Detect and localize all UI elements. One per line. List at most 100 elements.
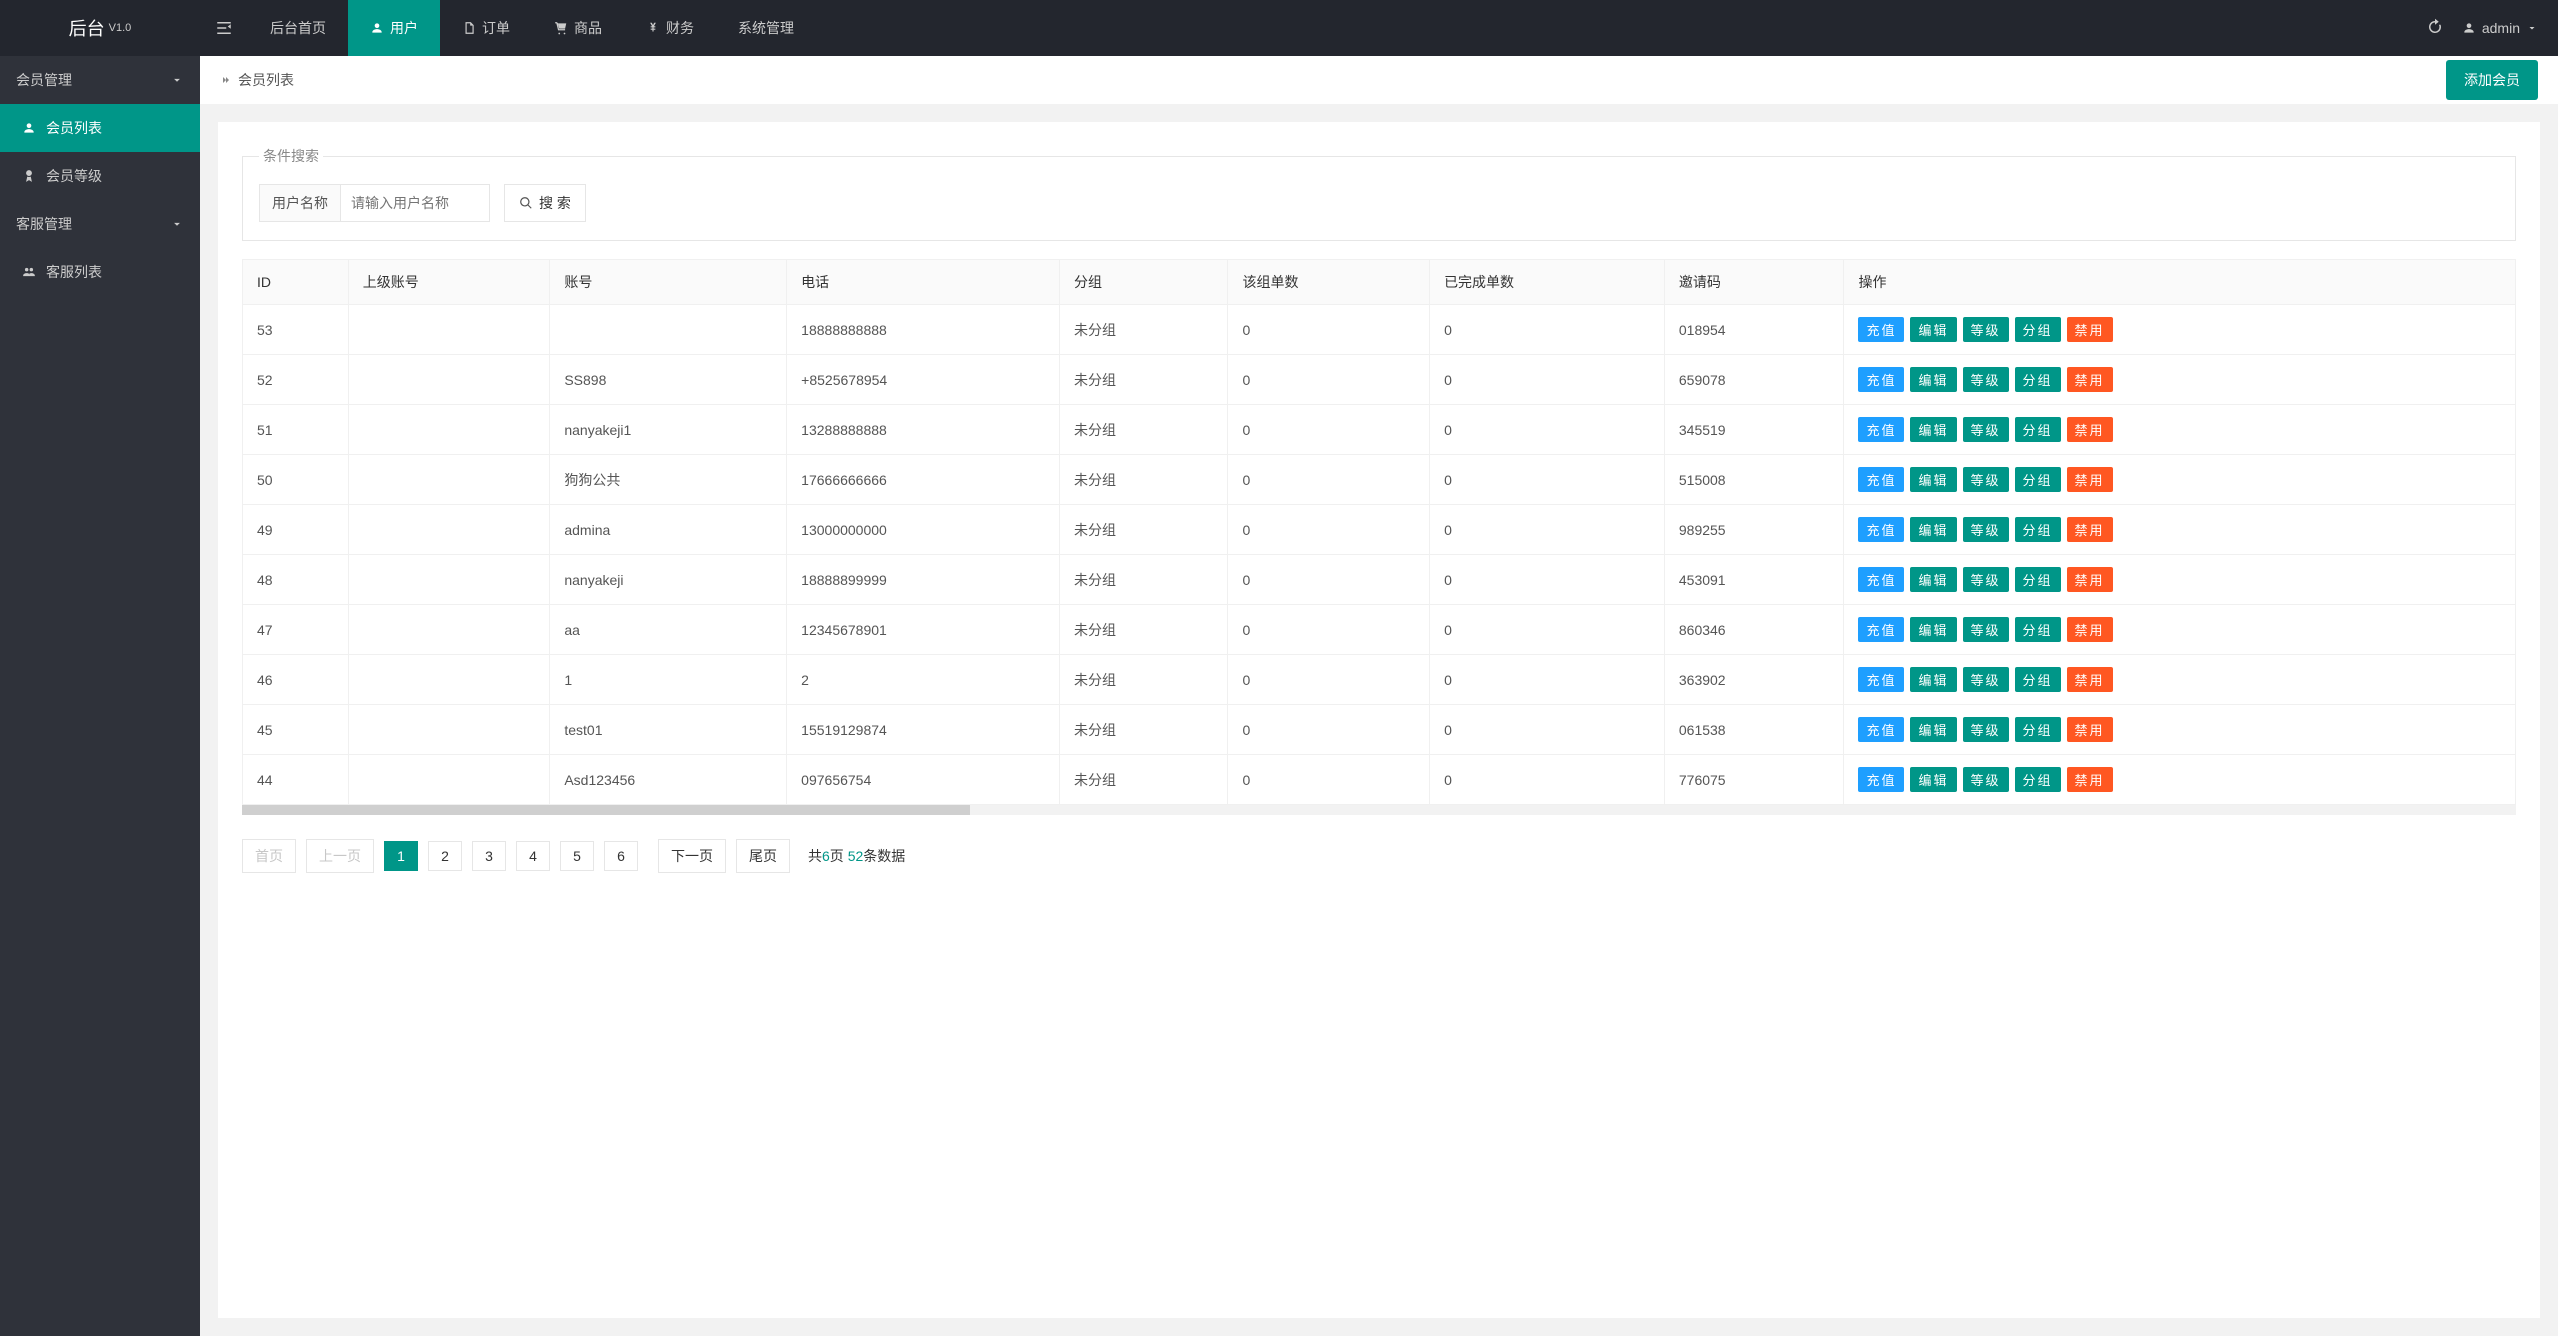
nav-finance[interactable]: 财务 — [624, 0, 716, 56]
recharge-button[interactable]: 充值 — [1858, 717, 1904, 742]
group-button[interactable]: 分组 — [2015, 717, 2061, 742]
disable-button[interactable]: 禁用 — [2067, 467, 2113, 492]
pager-page[interactable]: 1 — [384, 841, 418, 871]
recharge-button[interactable]: 充值 — [1858, 667, 1904, 692]
table-ops-cell: 充值编辑等级分组禁用 — [1844, 305, 2516, 355]
table-row: 49admina13000000000未分组00989255充值编辑等级分组禁用 — [243, 505, 2516, 555]
edit-button[interactable]: 编辑 — [1910, 567, 1956, 592]
recharge-button[interactable]: 充值 — [1858, 767, 1904, 792]
nav-orders[interactable]: 订单 — [440, 0, 532, 56]
level-button[interactable]: 等级 — [1963, 667, 2009, 692]
level-button[interactable]: 等级 — [1963, 617, 2009, 642]
level-button[interactable]: 等级 — [1963, 317, 2009, 342]
group-button[interactable]: 分组 — [2015, 667, 2061, 692]
edit-button[interactable]: 编辑 — [1910, 517, 1956, 542]
group-button[interactable]: 分组 — [2015, 317, 2061, 342]
level-button[interactable]: 等级 — [1963, 417, 2009, 442]
disable-button[interactable]: 禁用 — [2067, 767, 2113, 792]
disable-button[interactable]: 禁用 — [2067, 717, 2113, 742]
pager-page[interactable]: 3 — [472, 841, 506, 871]
disable-button[interactable]: 禁用 — [2067, 667, 2113, 692]
disable-button[interactable]: 禁用 — [2067, 617, 2113, 642]
recharge-button[interactable]: 充值 — [1858, 367, 1904, 392]
sidebar-group-label: 客服管理 — [16, 214, 72, 234]
sidebar-group-members[interactable]: 会员管理 — [0, 56, 200, 104]
pager-last[interactable]: 尾页 — [736, 839, 790, 873]
edit-button[interactable]: 编辑 — [1910, 767, 1956, 792]
edit-button[interactable]: 编辑 — [1910, 317, 1956, 342]
sidebar-item-member-level[interactable]: 会员等级 — [0, 152, 200, 200]
top-header: 后台 V1.0 后台首页 用户 订单 商品 财务 系统管理 — [0, 0, 2558, 56]
level-button[interactable]: 等级 — [1963, 567, 2009, 592]
pager-next[interactable]: 下一页 — [658, 839, 726, 873]
table-cell: 未分组 — [1060, 305, 1228, 355]
recharge-button[interactable]: 充值 — [1858, 317, 1904, 342]
level-button[interactable]: 等级 — [1963, 367, 2009, 392]
edit-button[interactable]: 编辑 — [1910, 417, 1956, 442]
table-cell: 49 — [243, 505, 349, 555]
search-input[interactable] — [340, 184, 490, 222]
search-input-group: 用户名称 — [259, 184, 490, 222]
group-button[interactable]: 分组 — [2015, 417, 2061, 442]
edit-button[interactable]: 编辑 — [1910, 367, 1956, 392]
group-button[interactable]: 分组 — [2015, 467, 2061, 492]
edit-button[interactable]: 编辑 — [1910, 617, 1956, 642]
menu-toggle-button[interactable] — [200, 0, 248, 56]
refresh-button[interactable] — [2426, 18, 2444, 39]
recharge-button[interactable]: 充值 — [1858, 467, 1904, 492]
user-icon — [370, 21, 384, 35]
group-button[interactable]: 分组 — [2015, 517, 2061, 542]
group-button[interactable]: 分组 — [2015, 567, 2061, 592]
nav-home[interactable]: 后台首页 — [248, 0, 348, 56]
pager-page[interactable]: 6 — [604, 841, 638, 871]
nav-users[interactable]: 用户 — [348, 0, 440, 56]
edit-button[interactable]: 编辑 — [1910, 667, 1956, 692]
table-cell: 0 — [1430, 305, 1665, 355]
group-button[interactable]: 分组 — [2015, 617, 2061, 642]
disable-button[interactable]: 禁用 — [2067, 317, 2113, 342]
group-button[interactable]: 分组 — [2015, 767, 2061, 792]
user-menu[interactable]: admin — [2462, 20, 2538, 36]
disable-button[interactable]: 禁用 — [2067, 417, 2113, 442]
disable-button[interactable]: 禁用 — [2067, 567, 2113, 592]
user-icon — [2462, 21, 2476, 35]
disable-button[interactable]: 禁用 — [2067, 367, 2113, 392]
medal-icon — [22, 169, 36, 183]
user-name: admin — [2482, 20, 2520, 36]
recharge-button[interactable]: 充值 — [1858, 517, 1904, 542]
nav-system[interactable]: 系统管理 — [716, 0, 816, 56]
scrollbar-thumb[interactable] — [242, 805, 970, 815]
level-button[interactable]: 等级 — [1963, 517, 2009, 542]
pager-page[interactable]: 4 — [516, 841, 550, 871]
table-cell: 659078 — [1664, 355, 1844, 405]
pager-prev[interactable]: 上一页 — [306, 839, 374, 873]
table-cell: 未分组 — [1060, 705, 1228, 755]
sidebar-item-service-list[interactable]: 客服列表 — [0, 248, 200, 296]
disable-button[interactable]: 禁用 — [2067, 517, 2113, 542]
search-button[interactable]: 搜 索 — [504, 184, 586, 222]
recharge-button[interactable]: 充值 — [1858, 617, 1904, 642]
pager-page[interactable]: 2 — [428, 841, 462, 871]
table-header-cell: 邀请码 — [1664, 260, 1844, 305]
recharge-button[interactable]: 充值 — [1858, 567, 1904, 592]
table-header-cell: 账号 — [550, 260, 787, 305]
table-cell: 未分组 — [1060, 755, 1228, 805]
group-button[interactable]: 分组 — [2015, 367, 2061, 392]
nav-label: 后台首页 — [270, 18, 326, 38]
edit-button[interactable]: 编辑 — [1910, 717, 1956, 742]
pager-first[interactable]: 首页 — [242, 839, 296, 873]
pager-page[interactable]: 5 — [560, 841, 594, 871]
table-ops-cell: 充值编辑等级分组禁用 — [1844, 655, 2516, 705]
table-cell: 18888888888 — [787, 305, 1060, 355]
level-button[interactable]: 等级 — [1963, 717, 2009, 742]
nav-products[interactable]: 商品 — [532, 0, 624, 56]
level-button[interactable]: 等级 — [1963, 467, 2009, 492]
sidebar-group-service[interactable]: 客服管理 — [0, 200, 200, 248]
sidebar-item-member-list[interactable]: 会员列表 — [0, 104, 200, 152]
recharge-button[interactable]: 充值 — [1858, 417, 1904, 442]
level-button[interactable]: 等级 — [1963, 767, 2009, 792]
edit-button[interactable]: 编辑 — [1910, 467, 1956, 492]
add-member-button[interactable]: 添加会员 — [2446, 60, 2538, 100]
horizontal-scrollbar[interactable] — [242, 805, 2516, 815]
members-table: ID上级账号账号电话分组该组单数已完成单数邀请码操作 5318888888888… — [242, 259, 2516, 805]
